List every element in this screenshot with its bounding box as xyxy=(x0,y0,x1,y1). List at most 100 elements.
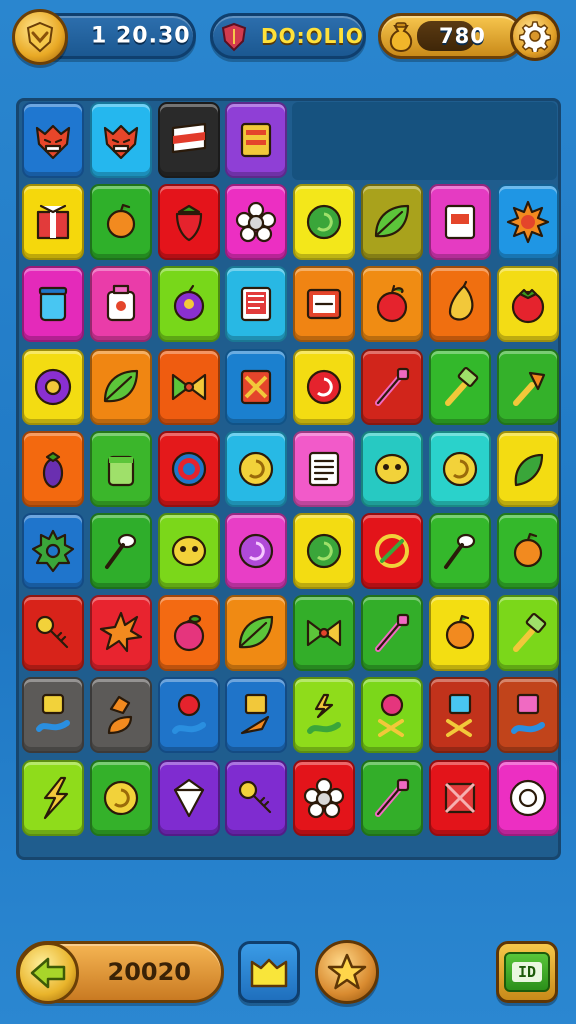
bolt-icon xyxy=(43,776,69,819)
tile-r9-c8[interactable] xyxy=(496,759,559,836)
tile-r8-c5[interactable] xyxy=(293,677,356,754)
tile-r2-c1[interactable] xyxy=(22,184,84,261)
tile-r4-c8[interactable] xyxy=(496,348,559,425)
map-button[interactable] xyxy=(238,941,300,1003)
tile-r1-c1[interactable] xyxy=(22,102,84,178)
tile-r2-c4[interactable] xyxy=(225,184,288,261)
tile-r6-c6[interactable] xyxy=(361,513,423,589)
tile-r5-c5[interactable] xyxy=(293,430,356,507)
card-icon xyxy=(444,205,475,240)
empty-board-area xyxy=(292,102,557,180)
tile-r7-c8[interactable] xyxy=(496,595,559,672)
tile-r8-c3[interactable] xyxy=(157,677,220,754)
tile-r3-c1[interactable] xyxy=(22,266,84,343)
left-counter-value: 1 20.30 xyxy=(91,23,191,49)
demon-face-icon xyxy=(35,124,71,160)
back-button[interactable] xyxy=(17,942,79,1004)
tile-r5-c4[interactable] xyxy=(225,430,288,507)
tile-r4-c3[interactable] xyxy=(157,348,220,425)
purple-gear-icon xyxy=(34,368,72,405)
back-arrow-icon xyxy=(30,957,66,989)
strawberry-icon xyxy=(175,205,202,242)
tile-r9-c3[interactable] xyxy=(157,759,220,836)
tile-r3-c2[interactable] xyxy=(89,266,152,343)
tile-r7-c3[interactable] xyxy=(157,595,220,672)
yellow-swirl-icon xyxy=(442,451,477,486)
orange-fruit-icon xyxy=(106,204,135,239)
tile-r2-c3[interactable] xyxy=(157,184,220,261)
tile-r7-c7[interactable] xyxy=(428,595,491,672)
tile-r4-c1[interactable] xyxy=(22,348,84,425)
cube-and-cross-icon xyxy=(445,694,472,738)
tile-r6-c8[interactable] xyxy=(496,513,559,589)
yellow-swirl-icon xyxy=(103,780,138,815)
star-icon xyxy=(327,953,367,990)
tile-r8-c6[interactable] xyxy=(361,677,423,754)
tile-r8-c7[interactable] xyxy=(428,677,491,754)
tile-r9-c1[interactable] xyxy=(22,759,84,836)
tile-r6-c4[interactable] xyxy=(225,513,288,589)
tile-r8-c4[interactable] xyxy=(225,677,288,754)
tile-r3-c8[interactable] xyxy=(496,266,559,343)
tile-r4-c6[interactable] xyxy=(361,348,423,425)
tile-r1-c2[interactable] xyxy=(89,102,152,178)
tile-r3-c5[interactable] xyxy=(293,266,356,343)
tile-r3-c6[interactable] xyxy=(361,266,423,343)
tile-r6-c1[interactable] xyxy=(22,513,84,589)
lemon-face-icon xyxy=(171,535,206,567)
tile-r5-c6[interactable] xyxy=(361,430,423,507)
tile-r6-c2[interactable] xyxy=(89,513,152,589)
settings-button[interactable] xyxy=(510,11,560,61)
menu-button[interactable]: ID xyxy=(496,941,558,1003)
tile-r5-c3[interactable] xyxy=(157,430,220,507)
tile-r4-c7[interactable] xyxy=(428,348,491,425)
tile-r9-c5[interactable] xyxy=(293,759,356,836)
gear-icon xyxy=(519,21,551,52)
tile-r3-c4[interactable] xyxy=(225,266,288,343)
tile-r3-c3[interactable] xyxy=(157,266,220,343)
tile-r2-c8[interactable] xyxy=(496,184,559,261)
bow-icon xyxy=(307,620,342,647)
tile-r4-c4[interactable] xyxy=(225,348,288,425)
id-card-icon: ID xyxy=(504,952,550,992)
tile-r8-c8[interactable] xyxy=(496,677,559,754)
tile-r4-c5[interactable] xyxy=(293,348,356,425)
tile-r2-c7[interactable] xyxy=(428,184,491,261)
tile-r2-c5[interactable] xyxy=(293,184,356,261)
tile-r2-c6[interactable] xyxy=(361,184,423,261)
shield-icon xyxy=(221,22,247,52)
flower-icon xyxy=(236,202,277,243)
cup-icon xyxy=(107,455,134,486)
tile-r8-c2[interactable] xyxy=(89,677,152,754)
tile-r9-c4[interactable] xyxy=(225,759,288,836)
tile-r2-c2[interactable] xyxy=(89,184,152,261)
tile-r7-c6[interactable] xyxy=(361,595,423,672)
tile-r6-c5[interactable] xyxy=(293,513,356,589)
score-bar: 20020 xyxy=(16,941,224,1004)
green-swirl-icon xyxy=(307,205,342,240)
apple-and-cross-icon xyxy=(378,694,404,738)
tile-r7-c1[interactable] xyxy=(22,595,84,672)
cube-and-worm-icon xyxy=(510,694,545,735)
tile-r7-c4[interactable] xyxy=(225,595,288,672)
tile-r5-c8[interactable] xyxy=(496,430,559,507)
shield-coin-icon[interactable] xyxy=(12,9,68,65)
tile-r9-c2[interactable] xyxy=(89,759,152,836)
tile-r3-c7[interactable] xyxy=(428,266,491,343)
tile-r5-c7[interactable] xyxy=(428,430,491,507)
tile-r7-c2[interactable] xyxy=(89,595,152,672)
tile-r7-c5[interactable] xyxy=(293,595,356,672)
tile-r6-c3[interactable] xyxy=(157,513,220,589)
tile-r6-c7[interactable] xyxy=(428,513,491,589)
tile-r5-c1[interactable] xyxy=(22,430,84,507)
tile-r1-c3[interactable] xyxy=(157,102,220,178)
tile-r1-c4[interactable] xyxy=(225,102,288,178)
tile-r9-c6[interactable] xyxy=(361,759,423,836)
tile-r5-c2[interactable] xyxy=(89,430,152,507)
tile-r9-c7[interactable] xyxy=(428,759,491,836)
star-button[interactable] xyxy=(315,940,379,1004)
tile-r8-c1[interactable] xyxy=(22,677,84,754)
wand-icon xyxy=(375,367,410,406)
tile-r4-c2[interactable] xyxy=(89,348,152,425)
leaf-icon xyxy=(103,369,138,402)
